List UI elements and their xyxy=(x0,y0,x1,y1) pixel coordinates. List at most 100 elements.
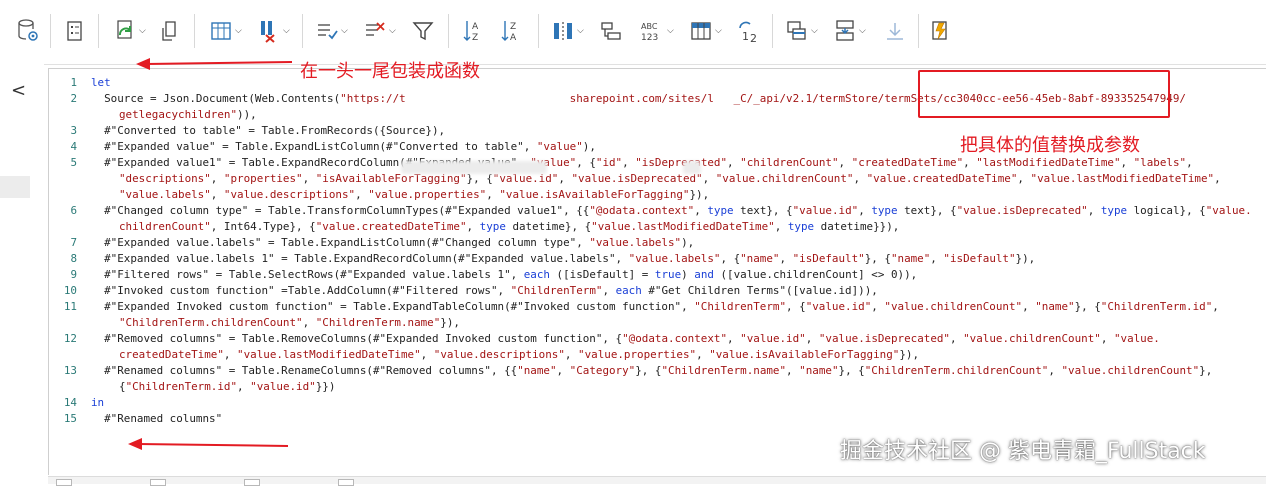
code-text: #"Expanded value" = Table.ExpandListColu… xyxy=(91,139,596,155)
code-token: , xyxy=(694,204,708,217)
remove-columns-icon[interactable]: ⌵ xyxy=(258,16,290,46)
refresh-icon[interactable]: ⌵ xyxy=(114,16,146,46)
chevron-down-icon[interactable]: ⌵ xyxy=(811,26,818,36)
code-token: }), xyxy=(899,348,920,361)
code-line[interactable]: 12 #"Removed columns" = Table.RemoveColu… xyxy=(49,331,1266,347)
code-token: , xyxy=(838,156,852,169)
code-token: #"Expanded value.labels" = Table.ExpandL… xyxy=(91,236,590,249)
selected-query-marker[interactable] xyxy=(0,176,30,198)
sort-ascending-icon[interactable]: AZ xyxy=(462,16,484,46)
code-token: , xyxy=(420,348,434,361)
code-token: , xyxy=(564,348,579,361)
use-first-row-icon[interactable]: ⌵ xyxy=(690,16,722,46)
chevron-down-icon[interactable]: ⌵ xyxy=(235,26,242,36)
group-by-icon[interactable] xyxy=(600,16,622,46)
keep-rows-icon[interactable]: ⌵ xyxy=(316,16,348,46)
highlight-box xyxy=(918,70,1170,118)
chevron-down-icon[interactable]: ⌵ xyxy=(389,26,396,36)
code-line[interactable]: childrenCount", Int64.Type}, {"value.cre… xyxy=(49,219,1266,235)
code-line[interactable]: 7 #"Expanded value.labels" = Table.Expan… xyxy=(49,235,1266,251)
code-token: }), xyxy=(440,316,460,329)
code-string: "value.isDeprecated" xyxy=(818,332,950,345)
code-string: "value.createdDateTime" xyxy=(866,172,1018,185)
code-token: Source = Json.Document(Web.Contents( xyxy=(91,92,341,105)
redacted-url-part xyxy=(683,161,701,174)
arrow-icon xyxy=(136,58,293,70)
code-token: , xyxy=(1186,156,1193,169)
advanced-editor-icon[interactable] xyxy=(930,16,950,46)
chevron-down-icon[interactable]: ⌵ xyxy=(139,26,146,36)
chevron-down-icon[interactable]: ⌵ xyxy=(283,26,290,36)
sort-descending-icon[interactable]: ZA xyxy=(500,16,522,46)
code-line[interactable]: 13 #"Renamed columns" = Table.RenameColu… xyxy=(49,363,1266,379)
properties-icon[interactable] xyxy=(66,16,84,46)
chevron-down-icon[interactable]: ⌵ xyxy=(859,26,866,36)
data-source-settings-icon[interactable] xyxy=(16,16,40,46)
code-line[interactable]: 6 #"Changed column type" = Table.Transfo… xyxy=(49,203,1266,219)
code-line[interactable]: 9 #"Filtered rows" = Table.SelectRows(#"… xyxy=(49,267,1266,283)
code-text: #"Expanded value.labels 1" = Table.Expan… xyxy=(91,251,1035,267)
code-string: "@odata.context" xyxy=(589,204,695,217)
code-line[interactable]: 11 #"Expanded Invoked custom function" =… xyxy=(49,299,1266,315)
code-line[interactable]: 14 in xyxy=(49,395,1266,411)
code-string: "value.lastModifiedDateTime" xyxy=(591,220,775,233)
chevron-down-icon[interactable]: ⌵ xyxy=(715,26,722,36)
code-line[interactable]: 5 #"Expanded value1" = Table.ExpandRecor… xyxy=(49,155,1266,171)
chevron-down-icon[interactable]: ⌵ xyxy=(577,26,584,36)
code-string: "value.childrenCount" xyxy=(715,172,854,185)
code-token: logical}, { xyxy=(1127,204,1206,217)
code-line[interactable]: "descriptions", "properties", "isAvailab… xyxy=(49,171,1266,187)
line-number: 11 xyxy=(63,300,77,313)
annotation-wrap-function: 在一头一尾包装成函数 xyxy=(300,61,480,82)
line-number: 3 xyxy=(70,124,77,137)
code-string: "isDeprecated" xyxy=(635,156,728,169)
replace-values-icon[interactable]: 12 xyxy=(736,16,760,46)
code-string: "value.descriptions" xyxy=(433,348,565,361)
code-string: "isDefault" xyxy=(792,252,865,265)
merge-queries-icon[interactable]: ⌵ xyxy=(786,16,818,46)
code-string: "value.createdDateTime" xyxy=(315,220,467,233)
split-column-icon[interactable]: ⌵ xyxy=(552,16,584,46)
code-token: #"Expanded value.labels 1" = Table.Expan… xyxy=(91,252,629,265)
code-line[interactable]: 10 #"Invoked custom function" =Table.Add… xyxy=(49,283,1266,299)
code-line[interactable]: "value.labels", "value.descriptions", "v… xyxy=(49,187,1266,203)
toolbar-separator xyxy=(772,14,773,48)
manage-icon[interactable] xyxy=(160,16,180,46)
svg-text:123: 123 xyxy=(641,33,658,43)
code-token: , xyxy=(622,156,636,169)
code-string: "value.childrenCount" xyxy=(1061,364,1200,377)
choose-columns-icon[interactable]: ⌵ xyxy=(210,16,242,46)
code-lines[interactable]: 1 let 2 Source = Json.Document(Web.Content… xyxy=(49,75,1266,427)
code-token: datetime}, { xyxy=(505,220,592,233)
code-text: let xyxy=(91,75,111,91)
remove-rows-icon[interactable]: ⌵ xyxy=(364,16,396,46)
chevron-down-icon[interactable]: ⌵ xyxy=(341,26,348,36)
code-string: "value.childrenCount" xyxy=(963,332,1101,345)
code-line[interactable]: 15 #"Renamed columns" xyxy=(49,411,1266,427)
collapse-pane-icon[interactable]: < xyxy=(11,82,26,100)
advanced-editor[interactable]: 1 let 2 Source = Json.Document(Web.Content… xyxy=(48,68,1266,475)
code-line[interactable]: 8 #"Expanded value.labels 1" = Table.Exp… xyxy=(49,251,1266,267)
filter-icon[interactable] xyxy=(412,16,434,46)
code-token: , xyxy=(786,364,800,377)
code-token: , { xyxy=(720,252,741,265)
append-queries-icon[interactable]: ⌵ xyxy=(834,16,866,46)
code-token: , xyxy=(1214,172,1221,185)
code-line[interactable]: "ChildrenTerm.childrenCount", "ChildrenT… xyxy=(49,315,1266,331)
code-token: , xyxy=(774,220,788,233)
svg-text:ABC: ABC xyxy=(641,22,658,31)
svg-text:Z: Z xyxy=(472,33,478,43)
data-type-icon[interactable]: ABC 123 ⌵ xyxy=(640,16,674,46)
code-token: , xyxy=(556,364,570,377)
code-line[interactable]: createdDateTime", "value.lastModifiedDat… xyxy=(49,347,1266,363)
code-string: "name" xyxy=(890,252,931,265)
chevron-down-icon[interactable]: ⌵ xyxy=(667,26,674,36)
combine-files-icon[interactable] xyxy=(884,16,906,46)
code-token: , xyxy=(302,316,316,329)
code-text: #"Changed column type" = Table.Transform… xyxy=(91,203,1252,219)
code-token: #"Expanded value" = Table.ExpandListColu… xyxy=(91,140,537,153)
code-token: , xyxy=(466,220,480,233)
code-token: , xyxy=(805,332,819,345)
code-line[interactable]: {"ChildrenTerm.id", "value.id"}}) xyxy=(49,379,1266,395)
code-string: "value.labels" xyxy=(628,252,721,265)
